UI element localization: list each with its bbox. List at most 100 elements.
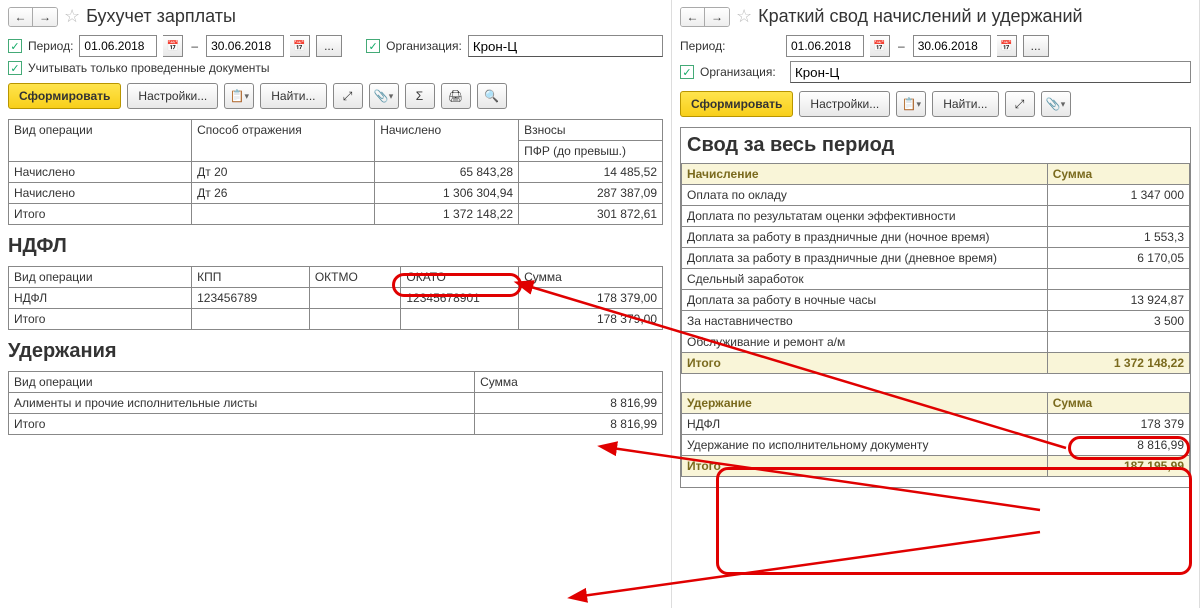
cell: [1047, 269, 1189, 290]
section-deductions-header: Удержания: [8, 340, 663, 363]
table-deductions: Вид операции Сумма Алименты и прочие исп…: [8, 371, 663, 435]
cell: Итого: [9, 309, 192, 330]
section-ndfl-header: НДФЛ: [8, 235, 663, 258]
org-checkbox[interactable]: ✓: [680, 65, 694, 79]
posted-checkbox[interactable]: ✓: [8, 61, 22, 75]
table-row: НДФЛ178 379: [682, 414, 1190, 435]
th: ОКАТО: [401, 267, 519, 288]
cell: НДФЛ: [9, 288, 192, 309]
table-header-row: Вид операции Сумма: [9, 372, 663, 393]
cell: За наставничество: [682, 311, 1048, 332]
table-row: Начислено Дт 26 1 306 304,94 287 387,09: [9, 183, 663, 204]
org-checkbox[interactable]: ✓: [366, 39, 380, 53]
save-variant-button[interactable]: 📋: [896, 91, 926, 117]
back-button[interactable]: ←: [9, 8, 33, 26]
table-row: Алименты и прочие исполнительные листы 8…: [9, 393, 663, 414]
dash: –: [191, 39, 198, 53]
period-label: Период:: [28, 39, 73, 53]
cell: [309, 288, 401, 309]
filter-row-2: ✓ Учитывать только проведенные документы: [8, 61, 663, 75]
cell: [192, 309, 310, 330]
generate-button[interactable]: Сформировать: [8, 83, 121, 109]
save-variant-button[interactable]: 📋: [224, 83, 254, 109]
period-checkbox[interactable]: ✓: [8, 39, 22, 53]
panel-accounting: ← → ☆ Бухучет зарплаты ✓ Период: 📅 – 📅 .…: [0, 0, 672, 608]
org-input[interactable]: [790, 61, 1191, 83]
page-title: Бухучет зарплаты: [86, 6, 236, 27]
cell: 178 379,00: [519, 288, 663, 309]
page-title: Краткий свод начислений и удержаний: [758, 6, 1082, 27]
header-left: ← → ☆ Бухучет зарплаты: [8, 6, 663, 27]
cell: Удержание по исполнительному документу: [682, 435, 1048, 456]
table-total-row: Итого187 195,99: [682, 456, 1190, 477]
calendar-icon[interactable]: 📅: [997, 35, 1017, 57]
org-input[interactable]: [468, 35, 663, 57]
cell: [309, 309, 401, 330]
favorite-icon[interactable]: ☆: [736, 6, 752, 27]
calendar-icon[interactable]: 📅: [290, 35, 310, 57]
table-header-row: Вид операции Способ отражения Начислено …: [9, 120, 663, 141]
cell: Итого: [9, 204, 192, 225]
table-row: Начислено Дт 20 65 843,28 14 485,52: [9, 162, 663, 183]
cell: 6 170,05: [1047, 248, 1189, 269]
table-row: Доплата по результатам оценки эффективно…: [682, 206, 1190, 227]
cell: 1 306 304,94: [375, 183, 519, 204]
cell: Доплата за работу в праздничные дни (ноч…: [682, 227, 1048, 248]
th: Удержание: [682, 393, 1048, 414]
cell: Начислено: [9, 162, 192, 183]
view-button[interactable]: 🔍: [477, 83, 507, 109]
period-picker-button[interactable]: ...: [1023, 35, 1049, 57]
forward-button[interactable]: →: [705, 8, 729, 26]
table-row: Сдельный заработок: [682, 269, 1190, 290]
date-from-input[interactable]: [786, 35, 864, 57]
forward-button[interactable]: →: [33, 8, 57, 26]
period-picker-button[interactable]: ...: [316, 35, 342, 57]
favorite-icon[interactable]: ☆: [64, 6, 80, 27]
th: Сумма: [1047, 393, 1189, 414]
header-right: ← → ☆ Краткий свод начислений и удержани…: [680, 6, 1191, 27]
find-button[interactable]: Найти...: [932, 91, 998, 117]
print-button[interactable]: 🖨: [441, 83, 471, 109]
nav-buttons: ← →: [8, 7, 58, 27]
cell: НДФЛ: [682, 414, 1048, 435]
th: Вид операции: [9, 267, 192, 288]
toolbar-left: Сформировать Настройки... 📋 Найти... ⤢ 📎…: [8, 83, 663, 109]
period-label: Период:: [680, 39, 780, 53]
cell: 65 843,28: [375, 162, 519, 183]
settings-button[interactable]: Настройки...: [127, 83, 218, 109]
cell-total-accrued: 1 372 148,22: [375, 204, 519, 225]
date-to-input[interactable]: [913, 35, 991, 57]
date-to-input[interactable]: [206, 35, 284, 57]
cell: Оплата по окладу: [682, 185, 1048, 206]
cell: 8 816,99: [475, 393, 663, 414]
generate-button[interactable]: Сформировать: [680, 91, 793, 117]
sum-button[interactable]: Σ: [405, 83, 435, 109]
find-button[interactable]: Найти...: [260, 83, 326, 109]
table-total-row: Итого 1 372 148,22 301 872,61: [9, 204, 663, 225]
cell: Алименты и прочие исполнительные листы: [9, 393, 475, 414]
send-button[interactable]: 📎: [1041, 91, 1071, 117]
th: ОКТМО: [309, 267, 401, 288]
calendar-icon[interactable]: 📅: [870, 35, 890, 57]
cell: Обслуживание и ремонт а/м: [682, 332, 1048, 353]
cell: 14 485,52: [519, 162, 663, 183]
date-from-input[interactable]: [79, 35, 157, 57]
cell: Итого: [682, 456, 1048, 477]
th-contrib: Взносы: [519, 120, 663, 141]
expand-button[interactable]: ⤢: [333, 83, 363, 109]
expand-button[interactable]: ⤢: [1005, 91, 1035, 117]
table-header-row: Вид операции КПП ОКТМО ОКАТО Сумма: [9, 267, 663, 288]
table-header-row: Удержание Сумма: [682, 393, 1190, 414]
table-row: Оплата по окладу1 347 000: [682, 185, 1190, 206]
back-button[interactable]: ←: [681, 8, 705, 26]
send-button[interactable]: 📎: [369, 83, 399, 109]
calendar-icon[interactable]: 📅: [163, 35, 183, 57]
cell: [401, 309, 519, 330]
panel-summary: ← → ☆ Краткий свод начислений и удержани…: [672, 0, 1200, 608]
table-total-row: Итого 178 379,00: [9, 309, 663, 330]
settings-button[interactable]: Настройки...: [799, 91, 890, 117]
cell: 1 347 000: [1047, 185, 1189, 206]
cell-total-deduct: 8 816,99: [475, 414, 663, 435]
cell: Доплата за работу в праздничные дни (дне…: [682, 248, 1048, 269]
table-summary-deductions: Удержание Сумма НДФЛ178 379 Удержание по…: [681, 392, 1190, 477]
